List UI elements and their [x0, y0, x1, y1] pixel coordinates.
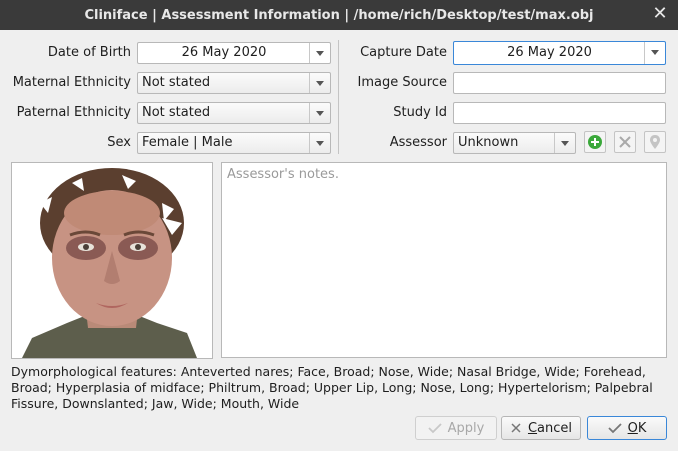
plus-circle-icon: [588, 135, 602, 149]
apply-label: Apply: [447, 420, 485, 436]
location-button[interactable]: [644, 131, 666, 153]
cancel-button[interactable]: Cancel: [501, 416, 581, 440]
maternal-ethnicity-value: Not stated: [142, 75, 211, 90]
paternal-ethnicity-select[interactable]: Not stated: [137, 102, 331, 124]
x-icon: [511, 423, 521, 433]
chevron-down-icon[interactable]: [309, 133, 330, 153]
dob-value: 26 May 2020: [181, 45, 267, 60]
paternal-ethnicity-value: Not stated: [142, 105, 211, 120]
maternal-ethnicity-select[interactable]: Not stated: [137, 72, 331, 94]
capture-date-label: Capture Date: [360, 45, 447, 60]
title-bar: Cliniface | Assessment Information | /ho…: [0, 0, 678, 30]
apply-button[interactable]: Apply: [415, 416, 497, 440]
dysmorphological-features-text: Dymorphological features: Anteverted nar…: [11, 364, 653, 411]
assessor-value: Unknown: [458, 135, 519, 150]
ok-button[interactable]: OK: [587, 416, 667, 440]
face-image: [12, 163, 212, 358]
add-assessor-button[interactable]: [584, 131, 606, 153]
x-icon: [619, 136, 631, 148]
image-source-label: Image Source: [357, 75, 448, 90]
chevron-down-icon[interactable]: [644, 42, 665, 64]
ok-label: OK: [627, 420, 647, 436]
maternal-ethnicity-label: Maternal Ethnicity: [12, 75, 131, 90]
face-thumbnail: [11, 162, 213, 359]
image-source-input[interactable]: [453, 72, 666, 94]
assessor-label: Assessor: [389, 135, 447, 150]
remove-assessor-button[interactable]: [614, 131, 636, 153]
capture-date-value: 26 May 2020: [507, 45, 592, 60]
dob-label: Date of Birth: [47, 45, 131, 60]
chevron-down-icon[interactable]: [309, 103, 330, 123]
study-id-label: Study Id: [393, 105, 447, 120]
sex-value: Female | Male: [142, 135, 233, 150]
close-icon[interactable]: ✕: [651, 5, 669, 23]
pin-icon: [650, 135, 660, 149]
dob-date-field[interactable]: 26 May 2020: [137, 42, 331, 64]
notes-placeholder: Assessor's notes.: [227, 167, 339, 182]
cancel-label: Cancel: [527, 420, 573, 436]
chevron-down-icon[interactable]: [309, 73, 330, 93]
column-divider: [338, 40, 339, 154]
assessor-select[interactable]: Unknown: [453, 132, 576, 154]
assessor-notes-textarea[interactable]: Assessor's notes.: [221, 162, 667, 358]
sex-select[interactable]: Female | Male: [137, 132, 331, 154]
capture-date-field[interactable]: 26 May 2020: [453, 41, 666, 65]
paternal-ethnicity-label: Paternal Ethnicity: [16, 105, 131, 120]
study-id-input[interactable]: [453, 102, 666, 124]
chevron-down-icon[interactable]: [554, 133, 575, 153]
window-title: Cliniface | Assessment Information | /ho…: [84, 7, 594, 23]
sex-label: Sex: [107, 135, 131, 150]
checkmark-icon: [428, 423, 442, 434]
chevron-down-icon[interactable]: [309, 43, 330, 63]
checkmark-icon: [607, 423, 622, 434]
